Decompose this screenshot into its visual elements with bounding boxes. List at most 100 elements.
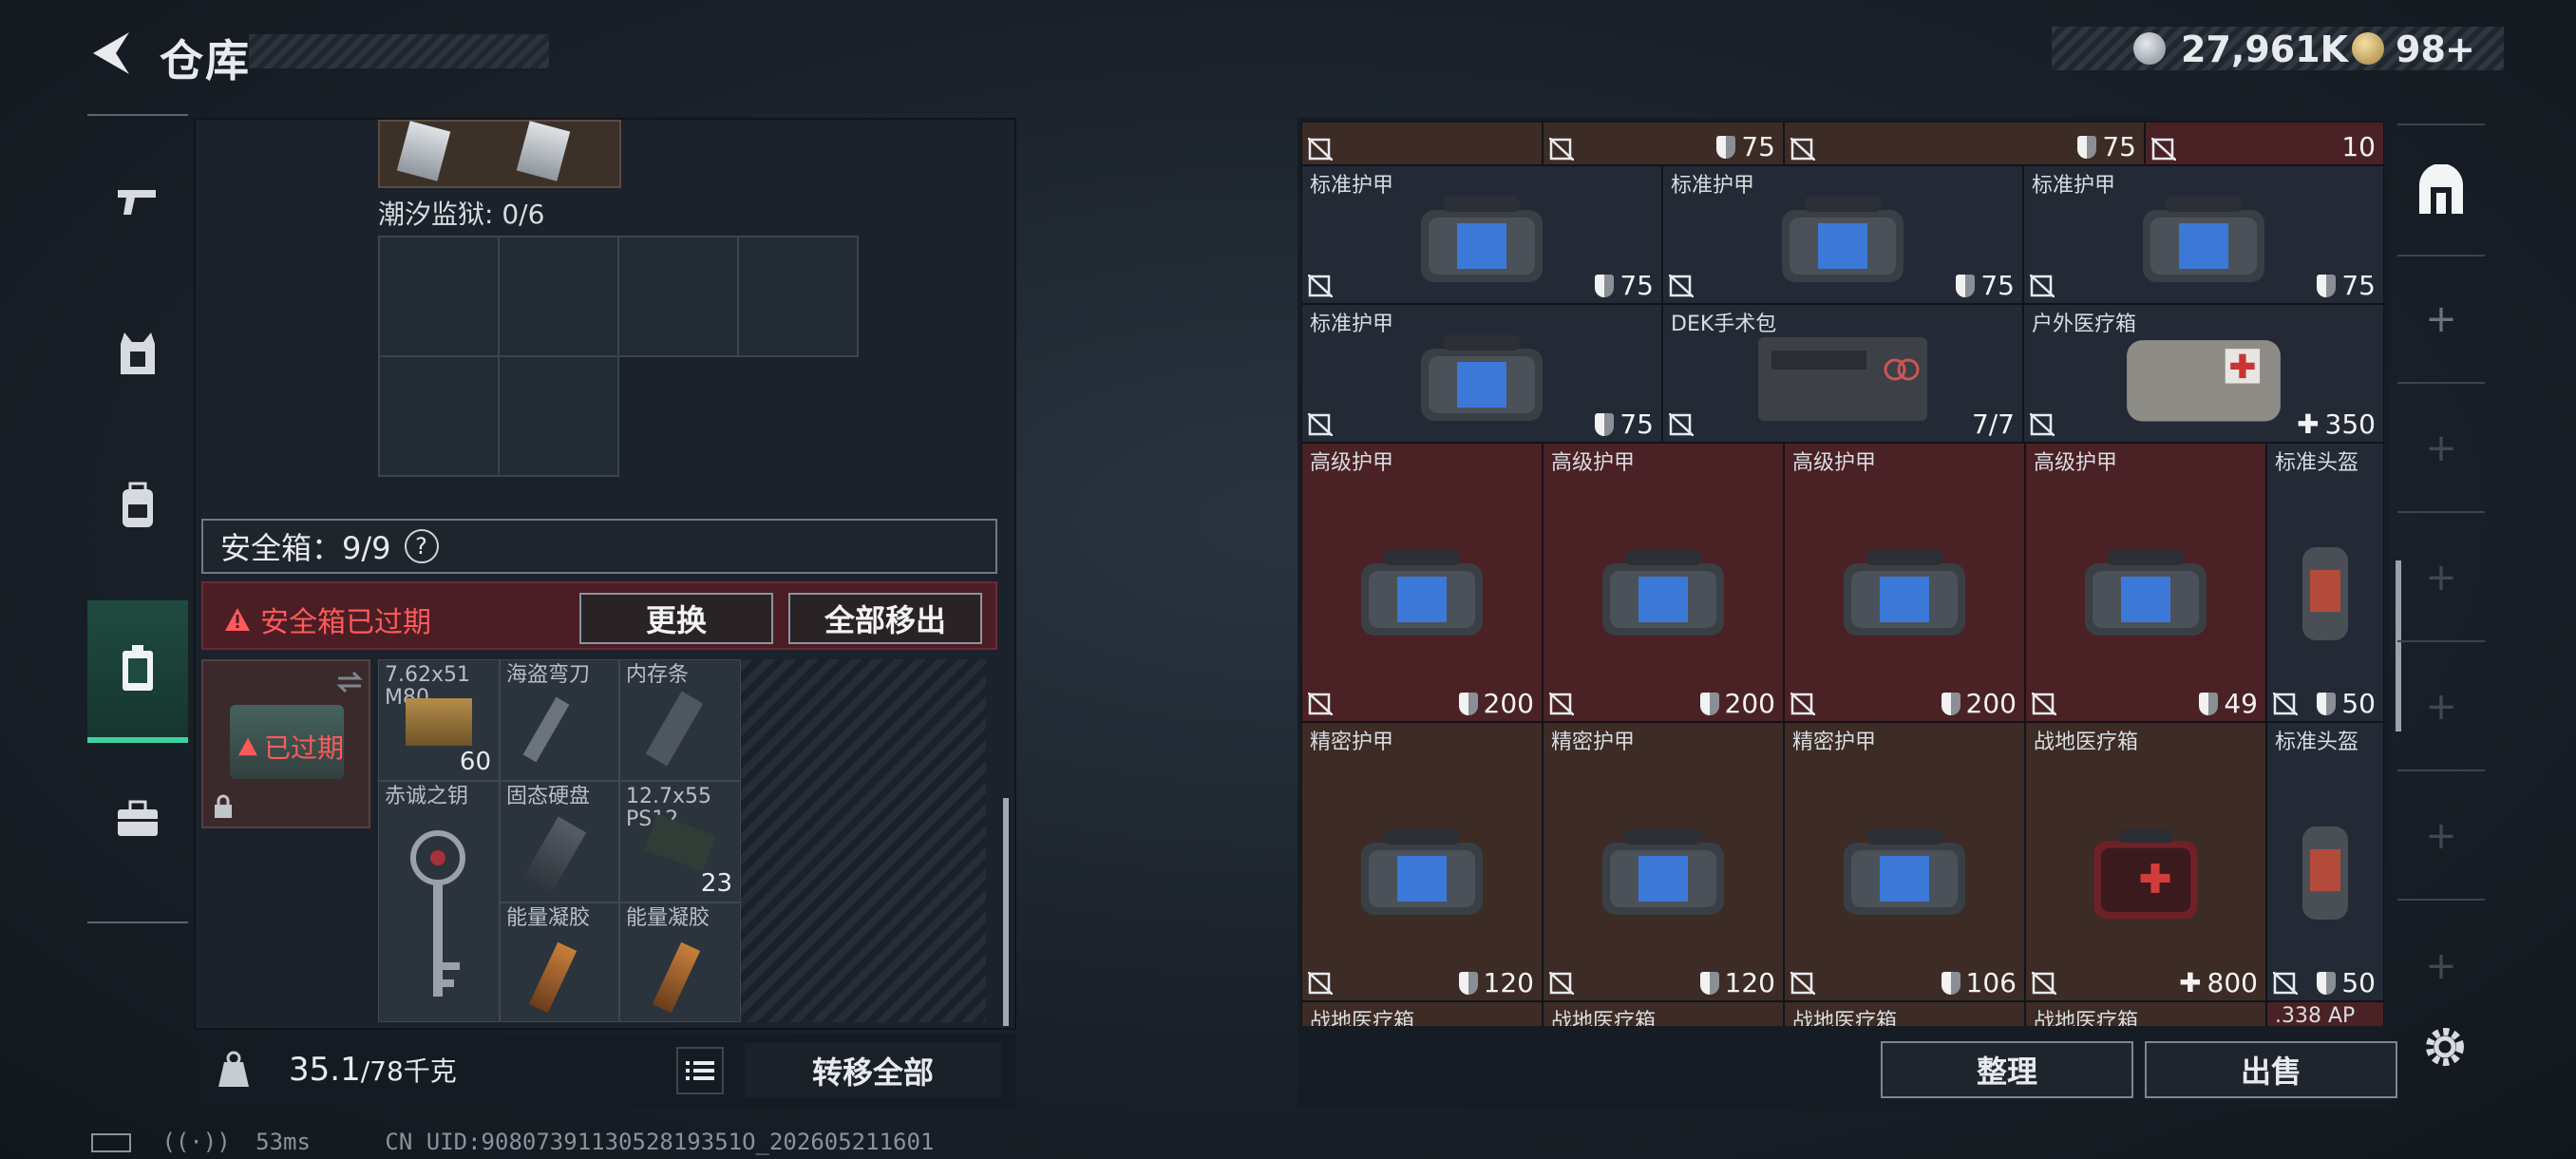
empty-slot[interactable] — [498, 355, 619, 477]
safebox-slot[interactable]: 已过期 — [201, 659, 370, 828]
move-all-button[interactable]: 全部移出 — [788, 593, 982, 644]
gel-image — [652, 941, 701, 1014]
item-value-text: 350 — [2324, 408, 2376, 440]
plus-icon: + — [2425, 556, 2457, 599]
item-value: 120 — [1458, 967, 1534, 998]
stash-item[interactable]: 战地医疗箱 — [1543, 1001, 1784, 1026]
sidebar-item-weapons[interactable] — [87, 135, 188, 268]
key-image — [410, 830, 465, 997]
stash-item[interactable] — [1301, 122, 1543, 165]
stash-item[interactable]: 精密护甲 120 — [1543, 722, 1784, 1001]
empty-slot[interactable] — [378, 236, 500, 357]
safebox-item[interactable]: 12.7x55 PS12 23 — [619, 781, 741, 902]
item-name: 标准护甲 — [1310, 313, 1394, 336]
stash-item[interactable]: 战地医疗箱 — [1784, 1001, 2025, 1026]
armor-bag-image — [1844, 828, 1965, 915]
stash-item[interactable]: .338 AP20 — [2266, 1001, 2384, 1026]
sort-button[interactable]: 整理 — [1881, 1041, 2133, 1098]
item-count: 60 — [459, 748, 491, 776]
plus-icon: ✚ — [2179, 967, 2202, 998]
empty-slot[interactable] — [737, 236, 859, 357]
back-icon[interactable] — [87, 27, 135, 80]
stash-tab-add[interactable]: + — [2397, 773, 2485, 901]
stash-item[interactable]: 10 — [2145, 122, 2384, 165]
empty-slot[interactable] — [617, 236, 739, 357]
stash-item[interactable]: 标准头盔 50 — [2266, 443, 2384, 722]
stash-item[interactable]: 标准护甲 75 — [1662, 165, 2023, 304]
no-insure-icon — [1308, 693, 1333, 715]
safebox-item[interactable]: 能量凝胶 — [500, 902, 619, 1022]
left-scrollbar[interactable] — [1003, 798, 1009, 1026]
stash-tab-add[interactable]: + — [2397, 256, 2485, 384]
silver-coin-icon — [2133, 32, 2166, 65]
tide-prison-label: 潮汐监狱: 0/6 — [378, 199, 545, 230]
stash-item[interactable]: 高级护甲 200 — [1784, 443, 2025, 722]
stash-item[interactable]: 精密护甲 120 — [1301, 722, 1543, 1001]
stash-item[interactable]: 标准护甲 75 — [1301, 304, 1662, 443]
safebox-item[interactable]: 7.62x51 M80 60 — [378, 659, 500, 781]
item-name: 标准头盔 — [2275, 451, 2359, 475]
help-button[interactable]: ? — [404, 529, 439, 563]
transfer-all-button[interactable]: 转移全部 — [745, 1043, 1001, 1098]
stash-item[interactable]: 标准护甲 75 — [1301, 165, 1662, 304]
stash-item[interactable]: 标准护甲 75 — [2023, 165, 2384, 304]
sidebar-item-briefcase[interactable] — [87, 752, 188, 885]
stash-tab-add[interactable]: + — [2397, 386, 2485, 513]
stash-item[interactable]: 战地医疗箱 — [2025, 1001, 2266, 1026]
stash-item[interactable]: 75 — [1784, 122, 2145, 165]
no-insure-icon — [1308, 413, 1333, 436]
item-value: 106 — [1941, 967, 2017, 998]
stash-item[interactable]: 户外医疗箱 ✚ 350 — [2023, 304, 2384, 443]
stash-item[interactable]: 高级护甲 200 — [1301, 443, 1543, 722]
stash-item[interactable]: 战地医疗箱 ✚ 800 — [2025, 722, 2266, 1001]
safebox-item[interactable]: 赤诚之钥 — [378, 781, 500, 1022]
armor-bag-image — [1361, 828, 1483, 915]
replace-button[interactable]: 更换 — [579, 593, 773, 644]
sidebar-item-armor[interactable] — [87, 287, 188, 420]
stash-tab-add[interactable]: + — [2397, 515, 2485, 642]
item-name: 战地医疗箱 — [1551, 1010, 1657, 1026]
gold-coin-icon — [2352, 32, 2384, 65]
stash-item[interactable]: 75 — [1543, 122, 1784, 165]
safebox-item[interactable]: 能量凝胶 — [619, 902, 741, 1022]
no-insure-icon — [2030, 413, 2055, 436]
stash-item[interactable]: 精密护甲 106 — [1784, 722, 2025, 1001]
empty-slot[interactable] — [378, 355, 500, 477]
list-view-button[interactable] — [676, 1047, 724, 1094]
stash-tab-add[interactable]: + — [2397, 902, 2485, 1030]
item-value-text: 10 — [2341, 131, 2376, 162]
plus-icon: + — [2425, 814, 2457, 858]
card-item[interactable] — [396, 121, 451, 181]
add-gems-button[interactable]: + — [2445, 28, 2475, 70]
item-value: 120 — [1699, 967, 1775, 998]
item-value-text: 75 — [1619, 270, 1654, 301]
item-value: 50 — [2317, 967, 2376, 998]
item-value: 200 — [1699, 688, 1775, 719]
item-value: 10 — [2341, 131, 2376, 162]
safebox-item[interactable]: 固态硬盘 — [500, 781, 619, 902]
stash-item[interactable]: 高级护甲 200 — [1543, 443, 1784, 722]
item-value-text: 106 — [1965, 967, 2017, 998]
sidebar-item-backpack[interactable] — [87, 439, 188, 572]
item-value-text: 50 — [2341, 967, 2376, 998]
stash-item[interactable]: 高级护甲 49 — [2025, 443, 2266, 722]
item-name: 赤诚之钥 — [385, 785, 469, 808]
stash-item[interactable]: 战地医疗箱 — [1301, 1001, 1543, 1026]
no-insure-icon — [2032, 972, 2056, 995]
gear-icon[interactable] — [2422, 1024, 2468, 1070]
safebox-item[interactable]: 内存条 — [619, 659, 741, 781]
safebox-item[interactable]: 海盗弯刀 — [500, 659, 619, 781]
container-items — [378, 120, 621, 188]
stash-item[interactable]: 标准头盔 50 — [2266, 722, 2384, 1001]
card-item[interactable] — [516, 121, 571, 181]
sidebar-item-safebox[interactable] — [87, 600, 188, 743]
category-sidebar — [87, 114, 188, 923]
briefcase-icon — [118, 800, 158, 836]
stash-tab-add[interactable]: + — [2397, 644, 2485, 771]
empty-slot[interactable] — [498, 236, 619, 357]
sell-button[interactable]: 出售 — [2145, 1041, 2397, 1098]
stash-tab-main[interactable] — [2397, 124, 2485, 256]
ssd-image — [522, 816, 587, 894]
stash-item[interactable]: DEK手术包 7/7 — [1662, 304, 2023, 443]
item-value: 75 — [2077, 131, 2136, 162]
